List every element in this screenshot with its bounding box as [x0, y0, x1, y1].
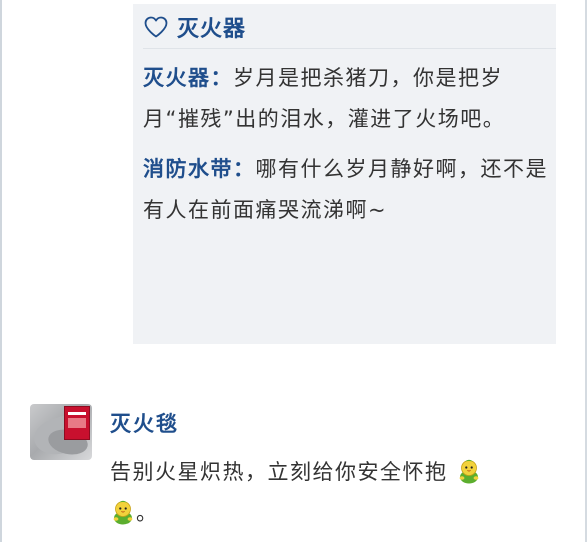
reply-header: 灭火器 — [143, 12, 246, 42]
reply-panel: 灭火器 灭火器：岁月是把杀猪刀，你是把岁月“摧残”出的泪水，灌进了火场吧。 消防… — [133, 4, 556, 344]
reply-divider — [143, 48, 556, 49]
frame-border-left — [0, 0, 2, 542]
reply-title: 灭火器 — [177, 17, 247, 42]
box-band — [68, 418, 86, 428]
reply-item: 消防水带：哪有什么岁月静好啊，还不是有人在前面痛哭流涕啊~ — [143, 149, 551, 231]
reply-body: 灭火器：岁月是把杀猪刀，你是把岁月“摧残”出的泪水，灌进了火场吧。 消防水带：哪… — [143, 58, 551, 231]
reply-speaker: 消防水带 — [143, 157, 233, 181]
green-chick-emoji-icon — [459, 459, 479, 484]
avatar[interactable] — [30, 404, 92, 460]
heart-outline-icon[interactable] — [143, 15, 169, 39]
commenter-name[interactable]: 灭火毯 — [110, 408, 179, 438]
green-chick-emoji-icon — [113, 500, 133, 525]
product-box — [64, 406, 90, 440]
comment-ending: 。 — [136, 501, 159, 525]
comment-body: 告别火星炽热，立刻给你安全怀抱 — [110, 460, 448, 484]
comment-text: 告别火星炽热，立刻给你安全怀抱 。 — [110, 452, 580, 534]
reply-separator: ： — [210, 66, 233, 90]
box-band — [68, 412, 86, 415]
reply-separator: ： — [233, 157, 256, 181]
reply-speaker: 灭火器 — [143, 66, 211, 90]
reply-item: 灭火器：岁月是把杀猪刀，你是把岁月“摧残”出的泪水，灌进了火场吧。 — [143, 58, 551, 140]
